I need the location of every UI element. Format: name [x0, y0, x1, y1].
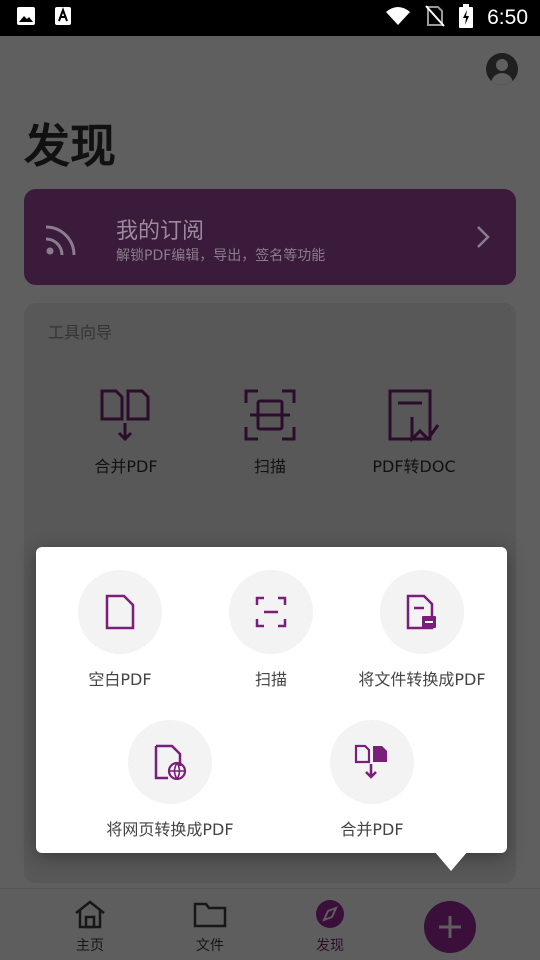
- nav-discover[interactable]: 发现: [290, 899, 370, 955]
- popup-item-label: 将文件转换成PDF: [358, 670, 486, 689]
- popup-blank-pdf[interactable]: 空白PDF: [78, 570, 162, 690]
- popup-item-label: 扫描: [254, 670, 287, 689]
- subscription-description: 解锁PDF编辑，导出，签名等功能: [116, 248, 326, 264]
- clock: 6:50: [487, 6, 528, 29]
- battery-charging-icon: [459, 4, 474, 32]
- nav-label: 发现: [316, 938, 344, 954]
- folder-icon: [193, 902, 227, 928]
- popup-item-label: 合并PDF: [340, 820, 404, 839]
- subscription-title: 我的订阅: [116, 219, 205, 244]
- nav-home[interactable]: 主页: [50, 899, 130, 955]
- tool-scan[interactable]: 扫描: [200, 387, 340, 477]
- tool-label: 扫描: [253, 457, 286, 476]
- blank-pdf-icon: [105, 594, 135, 630]
- bottom-navigation: 主页 文件 发现: [0, 888, 540, 960]
- font-icon: [54, 6, 72, 30]
- merge-pdf-icon: [354, 744, 387, 779]
- rss-icon: [42, 219, 82, 263]
- plus-icon: [439, 916, 461, 938]
- create-popup-menu: 空白PDF 扫描 将文件转换成PDF 将网页转换成PDF 合并PDF: [36, 547, 507, 871]
- tool-merge-pdf[interactable]: 合并PDF: [56, 387, 196, 477]
- wifi-icon: [385, 6, 411, 30]
- popup-item-label: 空白PDF: [88, 670, 152, 689]
- account-avatar-icon[interactable]: [486, 53, 518, 85]
- file-to-pdf-icon: [406, 594, 436, 630]
- chevron-right-icon: [476, 225, 490, 253]
- popup-file-to-pdf[interactable]: 将文件转换成PDF: [358, 570, 486, 690]
- webpage-to-pdf-icon: [154, 744, 187, 780]
- tool-pdf-to-doc[interactable]: PDF转DOC: [344, 387, 484, 477]
- popup-scan[interactable]: 扫描: [229, 570, 313, 690]
- popup-pointer: [434, 851, 468, 871]
- home-icon: [75, 900, 105, 929]
- add-button[interactable]: [424, 901, 476, 953]
- merge-pdf-icon: [56, 387, 196, 443]
- scan-icon: [255, 596, 287, 628]
- nav-label: 主页: [76, 938, 104, 954]
- image-icon: [16, 6, 36, 30]
- pdf-to-doc-icon: [344, 387, 484, 443]
- status-bar: 6:50: [0, 0, 540, 36]
- tools-heading: 工具向导: [48, 323, 113, 342]
- nav-files[interactable]: 文件: [170, 899, 250, 955]
- popup-item-label: 将网页转换成PDF: [106, 820, 234, 839]
- no-sim-icon: [425, 5, 445, 31]
- popup-merge-pdf[interactable]: 合并PDF: [330, 720, 414, 840]
- tool-label: PDF转DOC: [372, 457, 456, 476]
- page-title: 发现: [24, 119, 116, 173]
- scan-icon: [200, 387, 340, 443]
- tool-label: 合并PDF: [94, 457, 158, 476]
- nav-label: 文件: [196, 938, 224, 954]
- compass-icon: [316, 900, 344, 928]
- subscription-card[interactable]: 我的订阅 解锁PDF编辑，导出，签名等功能: [24, 189, 516, 285]
- popup-webpage-to-pdf[interactable]: 将网页转换成PDF: [106, 720, 234, 840]
